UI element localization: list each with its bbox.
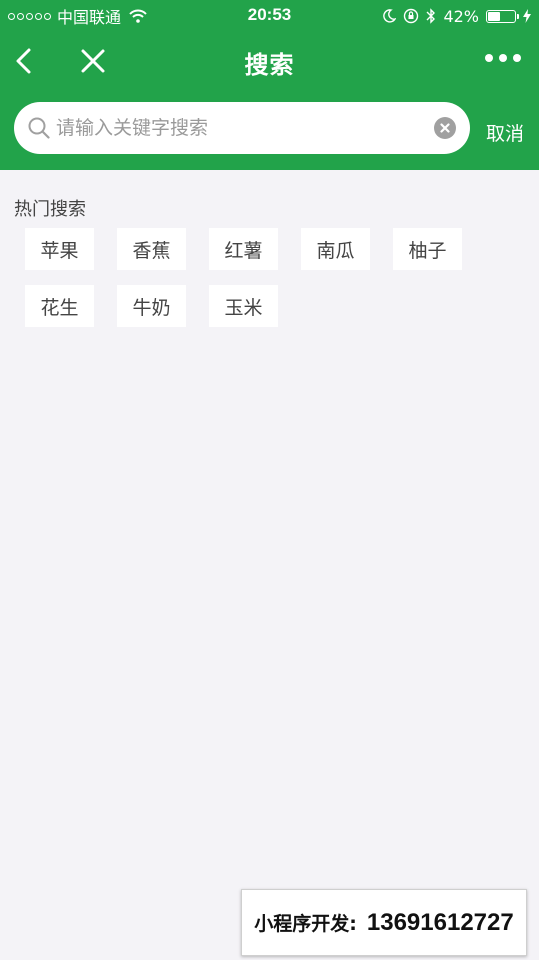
hot-tag-pumpkin[interactable]: 南瓜 <box>301 228 370 270</box>
hot-search-title: 热门搜索 <box>14 199 86 220</box>
hot-tag-banana[interactable]: 香蕉 <box>117 228 186 270</box>
hot-tag-corn[interactable]: 玉米 <box>209 285 278 327</box>
page-title: 搜索 <box>244 51 295 79</box>
bluetooth-icon <box>426 8 436 24</box>
promo-label: 小程序开发: <box>254 913 357 935</box>
promo-banner: 小程序开发: 13691612727 <box>241 889 527 956</box>
battery-icon <box>486 9 519 23</box>
hot-tag-sweet-potato[interactable]: 红薯 <box>209 228 278 270</box>
search-box[interactable] <box>14 102 470 154</box>
search-input[interactable] <box>56 112 426 144</box>
status-indicators: 42% <box>382 6 531 26</box>
hot-tag-apple[interactable]: 苹果 <box>25 228 94 270</box>
more-icon[interactable] <box>485 54 521 62</box>
charging-icon <box>523 9 531 23</box>
status-bar: 中国联通 20:53 42% <box>0 0 539 32</box>
clear-icon[interactable] <box>434 117 456 139</box>
hot-tag-peanut[interactable]: 花生 <box>25 285 94 327</box>
hot-tag-pomelo[interactable]: 柚子 <box>393 228 462 270</box>
search-icon <box>28 117 50 139</box>
hot-tag-milk[interactable]: 牛奶 <box>117 285 186 327</box>
rotation-lock-icon <box>404 8 419 24</box>
promo-phone-number: 13691612727 <box>366 908 514 936</box>
navigation-bar: 搜索 <box>0 32 539 90</box>
battery-percentage: 42% <box>443 6 479 26</box>
moon-icon <box>383 9 397 23</box>
search-area: 取消 <box>0 90 539 170</box>
cancel-button[interactable]: 取消 <box>486 119 524 146</box>
